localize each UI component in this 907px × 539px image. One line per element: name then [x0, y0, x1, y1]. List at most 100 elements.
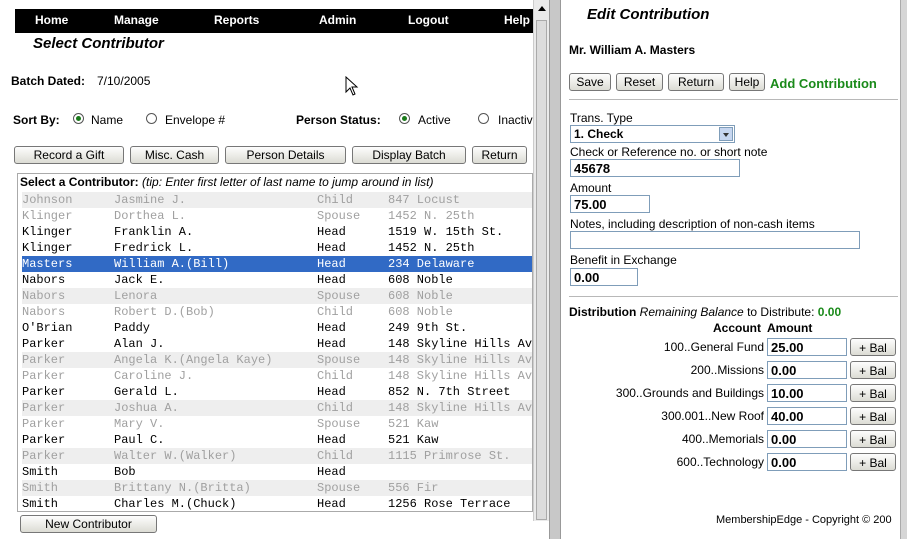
cell-addr: 608 Noble [388, 289, 453, 303]
remaining-value: 0.00 [817, 305, 842, 319]
account-amount-input[interactable] [767, 338, 847, 356]
table-row[interactable]: Johnson Jasmine J. Child 847 Locust [22, 192, 532, 208]
add-balance-button[interactable]: + Bal [850, 430, 896, 448]
table-row[interactable]: Parker Mary V. Spouse 521 Kaw [22, 416, 532, 432]
cell-role: Head [317, 337, 346, 351]
save-button[interactable]: Save [569, 73, 611, 91]
cell-role: Head [317, 497, 346, 511]
table-row[interactable]: Klinger Dorthea L. Spouse 1452 N. 25th [22, 208, 532, 224]
cell-addr: 148 Skyline Hills Ave [388, 337, 533, 351]
status-inactive-radio[interactable] [478, 113, 489, 124]
nav-manage[interactable]: Manage [114, 13, 159, 27]
cell-role: Spouse [317, 289, 361, 303]
account-amount-input[interactable] [767, 407, 847, 425]
distribution-line: Distribution Remaining Balance to Distri… [569, 305, 841, 319]
chevron-down-icon[interactable] [719, 127, 733, 141]
account-name: 400..Memorials [681, 432, 764, 446]
help-button[interactable]: Help [729, 73, 765, 91]
table-row[interactable]: Masters William A.(Bill) Head 234 Delaware [22, 256, 532, 272]
sort-label: Sort By: [13, 113, 60, 127]
add-balance-button[interactable]: + Bal [850, 407, 896, 425]
cell-last: Nabors [22, 273, 66, 287]
cell-last: Parker [22, 401, 66, 415]
table-row[interactable]: Parker Joshua A. Child 148 Skyline Hills Av… [22, 400, 532, 416]
cell-role: Child [317, 193, 354, 207]
cell-addr: 556 Fir [388, 481, 439, 495]
nav-help[interactable]: Help [504, 13, 530, 27]
batch-label: Batch Dated: [11, 74, 86, 88]
notes-input[interactable] [570, 231, 860, 249]
account-amount-input[interactable] [767, 361, 847, 379]
add-balance-button[interactable]: + Bal [850, 338, 896, 356]
cell-last: Smith [22, 481, 59, 495]
cell-first: Alan J. [114, 337, 165, 351]
table-row[interactable]: Parker Caroline J. Child 148 Skyline Hills … [22, 368, 532, 384]
reference-input[interactable] [570, 159, 740, 177]
table-row[interactable]: Smith Charles M.(Chuck) Head 1256 Rose Terr… [22, 496, 532, 511]
add-balance-button[interactable]: + Bal [850, 384, 896, 402]
cell-role: Head [317, 433, 346, 447]
table-row[interactable]: Nabors Jack E. Head 608 Noble [22, 272, 532, 288]
col-account-header: Account [713, 321, 761, 335]
account-amount-input[interactable] [767, 384, 847, 402]
table-row[interactable]: Klinger Fredrick L. Head 1452 N. 25th [22, 240, 532, 256]
add-balance-button[interactable]: + Bal [850, 361, 896, 379]
scrollbar-thumb[interactable] [536, 20, 547, 520]
table-row[interactable]: Parker Walter W.(Walker) Child 1115 Primros… [22, 448, 532, 464]
pane-divider[interactable] [549, 0, 561, 539]
mouse-cursor-icon [345, 76, 359, 96]
trans-type-select[interactable]: 1. Check [570, 125, 735, 143]
reset-button[interactable]: Reset [616, 73, 663, 91]
cell-role: Spouse [317, 353, 361, 367]
cell-first: Joshua A. [114, 401, 179, 415]
right-scrollbar[interactable] [900, 0, 907, 539]
sort-envelope-radio[interactable] [146, 113, 157, 124]
list-header: Select a Contributor: (tip: Enter first … [20, 175, 433, 189]
contributor-scrollbar[interactable] [533, 0, 550, 521]
cell-last: Klinger [22, 241, 73, 255]
amount-input[interactable] [570, 195, 650, 213]
list-header-label: Select a Contributor: [20, 175, 139, 189]
table-row[interactable]: Smith Bob Head [22, 464, 532, 480]
benefit-input[interactable] [570, 268, 638, 286]
display-batch-button[interactable]: Display Batch [352, 146, 466, 164]
misc-cash-button[interactable]: Misc. Cash [130, 146, 219, 164]
table-row[interactable]: Parker Angela K.(Angela Kaye) Spouse 148 Sk… [22, 352, 532, 368]
edit-return-button[interactable]: Return [668, 73, 724, 91]
edit-title: Edit Contribution [587, 6, 710, 23]
nav-reports[interactable]: Reports [214, 13, 259, 27]
cell-first: Gerald L. [114, 385, 179, 399]
nav-logout[interactable]: Logout [408, 13, 449, 27]
cell-addr: 608 Noble [388, 273, 453, 287]
account-name: 100..General Fund [663, 340, 764, 354]
table-row[interactable]: Parker Paul C. Head 521 Kaw [22, 432, 532, 448]
person-details-button[interactable]: Person Details [225, 146, 346, 164]
table-row[interactable]: Nabors Lenora Spouse 608 Noble [22, 288, 532, 304]
contributor-list[interactable]: Select a Contributor: (tip: Enter first … [17, 173, 533, 512]
sort-name-radio[interactable] [73, 113, 84, 124]
table-row[interactable]: Parker Gerald L. Head 852 N. 7th Street [22, 384, 532, 400]
cell-first: Bob [114, 465, 136, 479]
cell-last: Klinger [22, 225, 73, 239]
table-row[interactable]: Klinger Franklin A. Head 1519 W. 15th St. [22, 224, 532, 240]
remaining-label: Remaining Balance [639, 305, 744, 319]
new-contributor-button[interactable]: New Contributor [20, 515, 157, 533]
status-active-radio[interactable] [399, 113, 410, 124]
scroll-up-icon[interactable] [538, 6, 546, 11]
cell-first: Jasmine J. [114, 193, 187, 207]
record-gift-button[interactable]: Record a Gift [14, 146, 124, 164]
table-row[interactable]: O'Brian Paddy Head 249 9th St. [22, 320, 532, 336]
add-contribution-link[interactable]: Add Contribution [770, 76, 877, 91]
nav-home[interactable]: Home [35, 13, 68, 27]
nav-admin[interactable]: Admin [319, 13, 356, 27]
account-amount-input[interactable] [767, 453, 847, 471]
table-row[interactable]: Smith Brittany N.(Britta) Spouse 556 Fir [22, 480, 532, 496]
cell-addr: 1452 N. 25th [388, 241, 475, 255]
table-row[interactable]: Nabors Robert D.(Bob) Child 608 Noble [22, 304, 532, 320]
account-amount-input[interactable] [767, 430, 847, 448]
add-balance-button[interactable]: + Bal [850, 453, 896, 471]
return-button[interactable]: Return [472, 146, 527, 164]
notes-label: Notes, including description of non-cash… [570, 217, 815, 231]
table-row[interactable]: Parker Alan J. Head 148 Skyline Hills Ave [22, 336, 532, 352]
cell-first: Brittany N.(Britta) [114, 481, 251, 495]
